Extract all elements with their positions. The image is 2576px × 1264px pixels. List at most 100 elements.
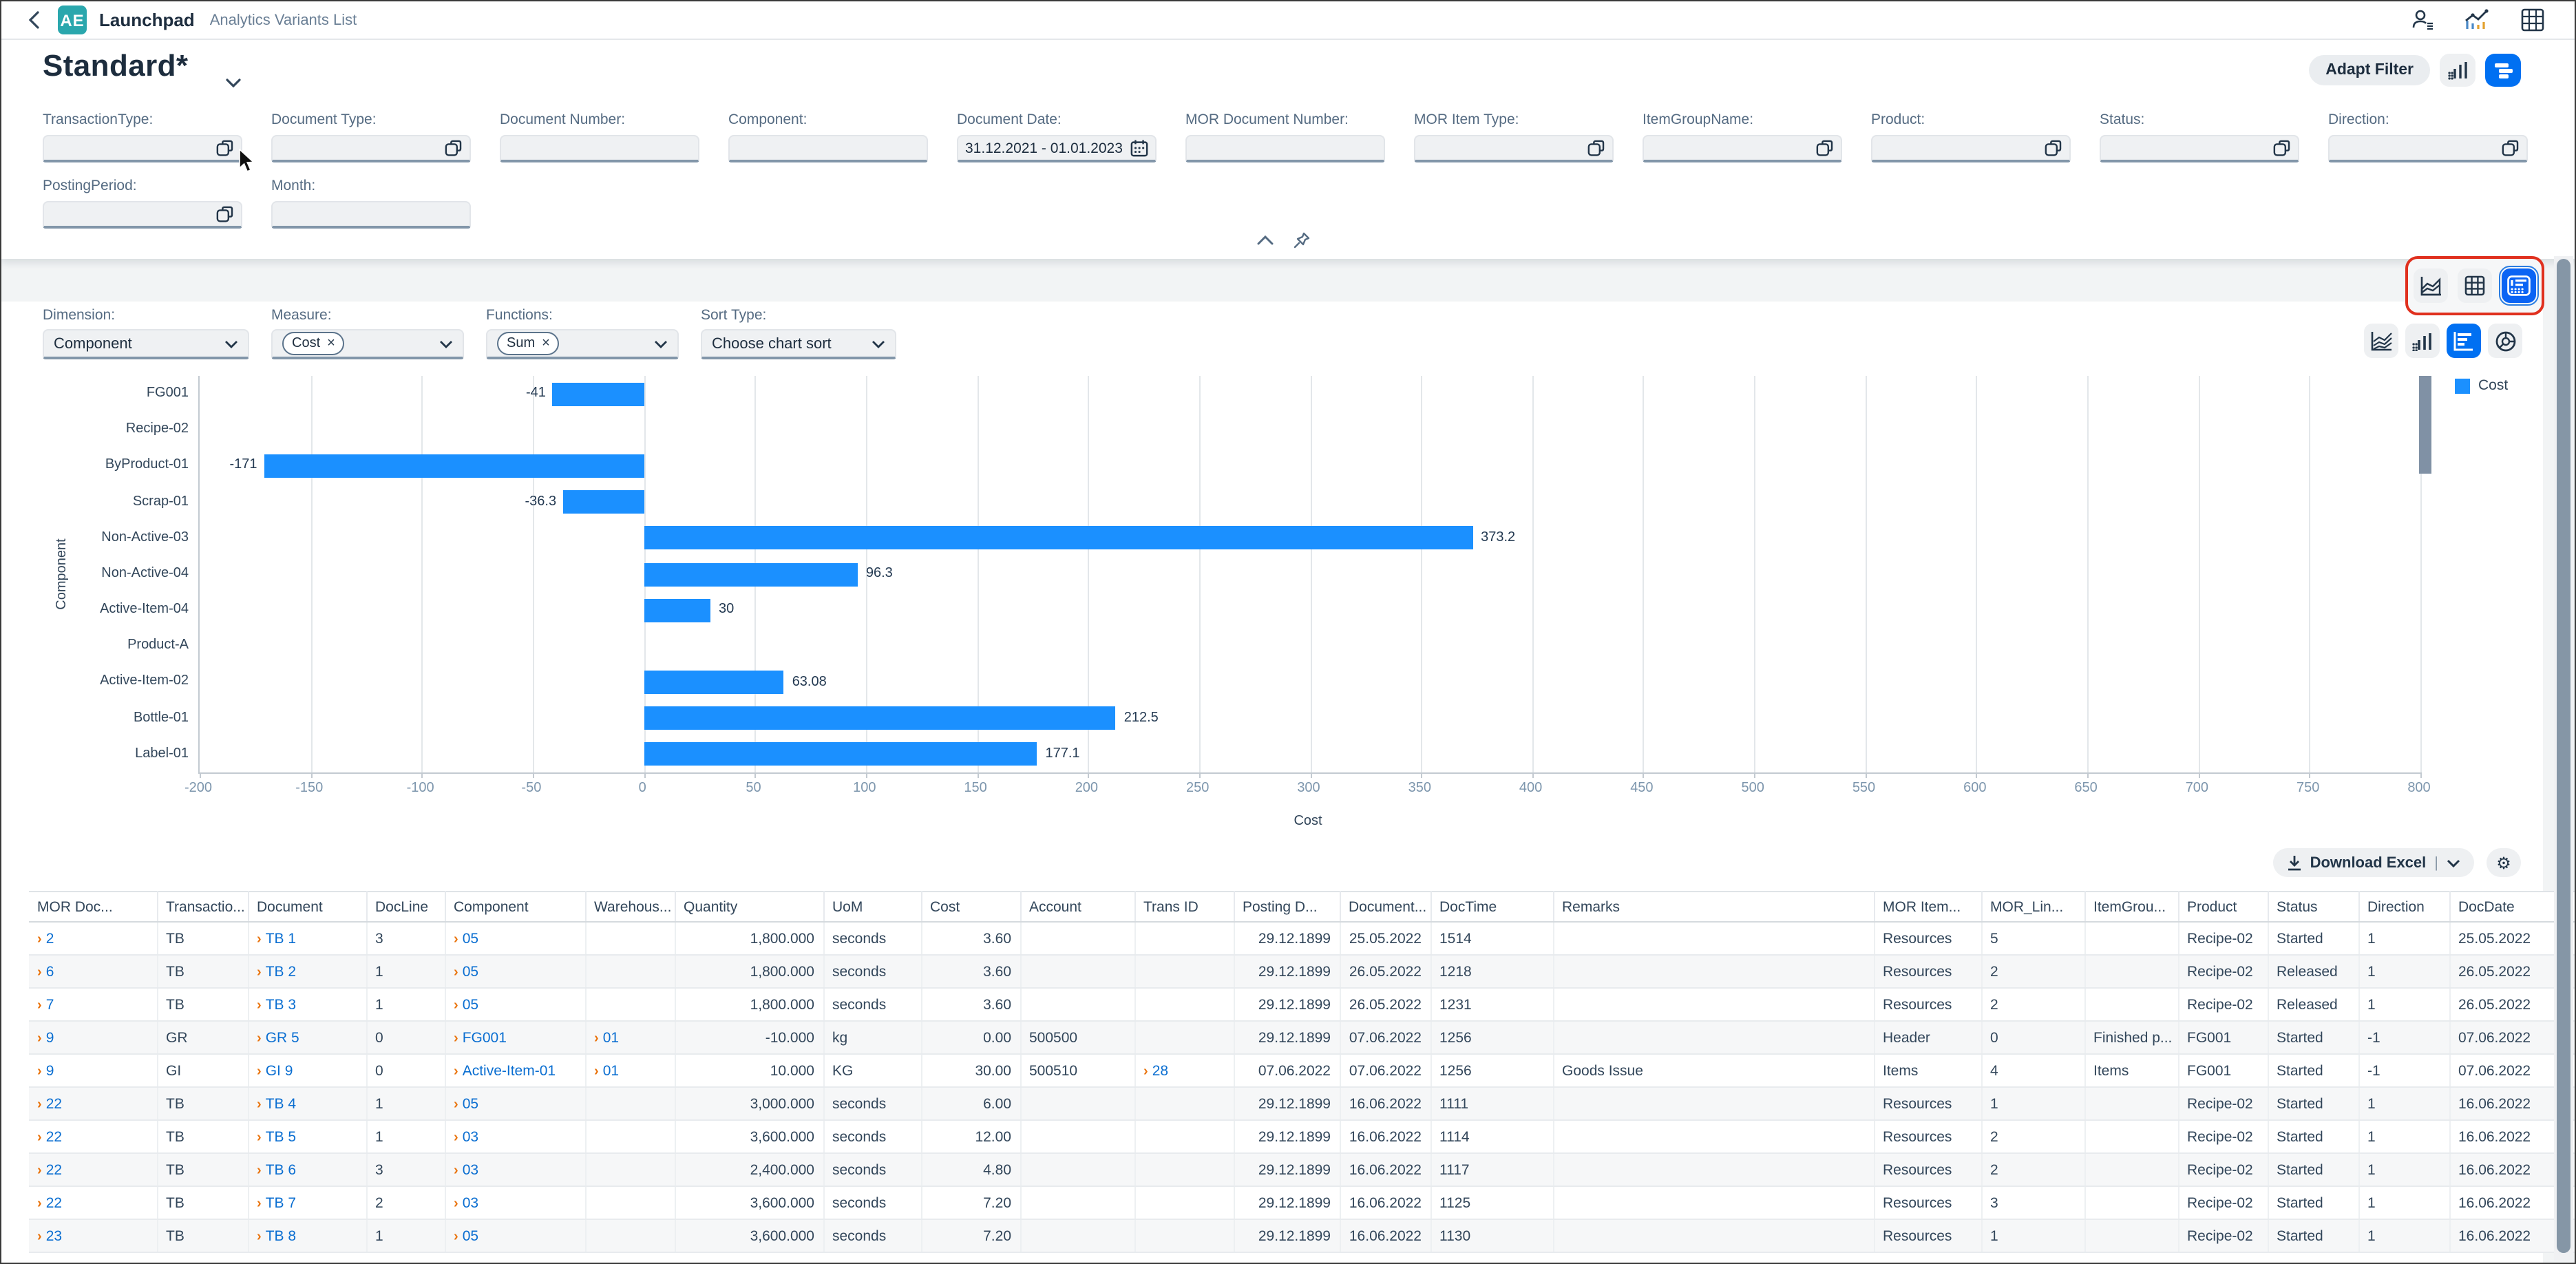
filter-input-status[interactable] — [2100, 135, 2299, 162]
bar-label-01[interactable] — [644, 743, 1037, 766]
page-scrollbar[interactable] — [2554, 256, 2573, 1261]
adapt-filter-button[interactable]: Adapt Filter — [2309, 55, 2430, 85]
bar-byproduct-01[interactable] — [264, 454, 644, 478]
filter-input-component[interactable] — [728, 135, 928, 162]
cell-link[interactable]: TB 3 — [266, 996, 296, 1013]
filter-input-document-type[interactable] — [271, 135, 471, 162]
download-excel-button[interactable]: Download Excel | — [2273, 848, 2474, 877]
table-row[interactable]: ›2TB›TB 13›051,800.000seconds3.6029.12.1… — [29, 922, 2575, 955]
area-chart-icon[interactable] — [2414, 268, 2448, 303]
functions-select[interactable]: Sum× — [486, 329, 679, 359]
column-header-warehous[interactable]: Warehous... — [585, 892, 675, 922]
cell-link[interactable]: TB 7 — [266, 1194, 296, 1211]
filter-input-postingperiod[interactable] — [43, 201, 242, 229]
column-header-component[interactable]: Component — [445, 892, 585, 922]
value-help-icon[interactable] — [216, 139, 234, 157]
cell-link[interactable]: 6 — [46, 963, 54, 980]
table-row[interactable]: ›9GI›GI 90›Active-Item-01›0110.000KG30.0… — [29, 1054, 2575, 1087]
column-header-trans-id[interactable]: Trans ID — [1134, 892, 1234, 922]
token-remove-icon[interactable]: × — [327, 336, 335, 351]
filter-input-mor-document-number[interactable] — [1185, 135, 1385, 162]
line-chart-icon[interactable] — [2364, 324, 2398, 358]
bar-scrap-01[interactable] — [563, 490, 644, 514]
column-header-mor-doc[interactable]: MOR Doc... — [29, 892, 157, 922]
filter-input-document-date[interactable]: 31.12.2021 - 01.01.2023 — [957, 135, 1157, 162]
dimension-select[interactable]: Component — [43, 329, 249, 359]
cell-link[interactable]: 03 — [463, 1128, 478, 1145]
app-logo[interactable]: AE — [58, 6, 87, 34]
filter-input-document-number[interactable] — [500, 135, 699, 162]
donut-chart-icon[interactable] — [2488, 324, 2522, 358]
table-row[interactable]: ›22TB›TB 51›033,600.000seconds12.0029.12… — [29, 1120, 2575, 1153]
value-help-icon[interactable] — [2045, 139, 2062, 157]
cell-link[interactable]: 22 — [46, 1095, 62, 1112]
cell-link[interactable]: 22 — [46, 1161, 62, 1178]
value-help-icon[interactable] — [216, 205, 234, 223]
value-help-icon[interactable] — [2273, 139, 2291, 157]
cell-link[interactable]: TB 6 — [266, 1161, 296, 1178]
cell-link[interactable]: GI 9 — [266, 1062, 293, 1079]
bar-fg001[interactable] — [553, 382, 644, 405]
back-icon[interactable] — [21, 8, 45, 32]
sort-type-select[interactable]: Choose chart sort — [701, 329, 896, 359]
table-row[interactable]: ›23TB›TB 81›053,600.000seconds7.2029.12.… — [29, 1219, 2575, 1252]
table-row[interactable]: ›22TB›TB 72›033,600.000seconds7.2029.12.… — [29, 1186, 2575, 1219]
bar-active-item-04[interactable] — [644, 598, 710, 622]
cell-link[interactable]: 03 — [463, 1194, 478, 1211]
chart-scrollbar-thumb[interactable] — [2419, 376, 2431, 474]
value-help-icon[interactable] — [2502, 139, 2520, 157]
horizontal-bars-icon[interactable] — [2485, 54, 2521, 87]
cell-link[interactable]: 05 — [463, 1228, 478, 1244]
value-help-icon[interactable] — [1587, 139, 1605, 157]
cell-link[interactable]: 23 — [46, 1228, 62, 1244]
table-row[interactable]: ›22TB›TB 63›032,400.000seconds4.8029.12.… — [29, 1153, 2575, 1186]
column-header-status[interactable]: Status — [2268, 892, 2358, 922]
column-header-account[interactable]: Account — [1020, 892, 1134, 922]
cell-link[interactable]: 28 — [1152, 1062, 1168, 1079]
bar-active-item-02[interactable] — [644, 671, 783, 694]
gear-icon[interactable]: ⚙ — [2487, 848, 2521, 877]
cell-link[interactable]: 01 — [603, 1029, 619, 1046]
column-header-mor-item[interactable]: MOR Item... — [1874, 892, 1981, 922]
filter-input-direction[interactable] — [2328, 135, 2528, 162]
column-header-remarks[interactable]: Remarks — [1553, 892, 1874, 922]
column-header-uom[interactable]: UoM — [823, 892, 921, 922]
bar-non-active-03[interactable] — [644, 527, 1472, 550]
column-header-direction[interactable]: Direction — [2358, 892, 2449, 922]
column-header-document[interactable]: Document... — [1340, 892, 1430, 922]
cell-link[interactable]: TB 2 — [266, 963, 296, 980]
pin-icon[interactable] — [1289, 229, 1315, 251]
cell-link[interactable]: FG001 — [463, 1029, 507, 1046]
table-grid-icon[interactable] — [2458, 268, 2492, 303]
cell-link[interactable]: Active-Item-01 — [463, 1062, 556, 1079]
column-chart-icon[interactable] — [2440, 54, 2475, 87]
column-header-posting-d[interactable]: Posting D... — [1234, 892, 1340, 922]
cell-link[interactable]: 2 — [46, 930, 54, 947]
column-header-mor-lin[interactable]: MOR_Lin... — [1981, 892, 2084, 922]
column-header-itemgrou[interactable]: ItemGrou... — [2084, 892, 2178, 922]
table-row[interactable]: ›6TB›TB 21›051,800.000seconds3.6029.12.1… — [29, 955, 2575, 988]
user-icon[interactable] — [2409, 8, 2434, 32]
column-header-product[interactable]: Product — [2178, 892, 2268, 922]
cell-link[interactable]: 05 — [463, 996, 478, 1013]
column-header-document[interactable]: Document — [248, 892, 366, 922]
column-header-doctime[interactable]: DocTime — [1430, 892, 1553, 922]
filter-input-product[interactable] — [1871, 135, 2071, 162]
analytics-line-icon[interactable] — [2464, 8, 2489, 32]
cell-link[interactable]: 05 — [463, 963, 478, 980]
cell-link[interactable]: 05 — [463, 1095, 478, 1112]
bar-chart-icon[interactable] — [2447, 324, 2481, 358]
cell-link[interactable]: TB 1 — [266, 930, 296, 947]
cell-link[interactable]: TB 4 — [266, 1095, 296, 1112]
cell-link[interactable]: TB 8 — [266, 1228, 296, 1244]
cell-link[interactable]: 9 — [46, 1062, 54, 1079]
cell-link[interactable]: 01 — [603, 1062, 619, 1079]
cell-link[interactable]: 22 — [46, 1194, 62, 1211]
token-remove-icon[interactable]: × — [542, 336, 550, 351]
collapse-up-icon[interactable] — [1252, 229, 1278, 251]
filter-input-month[interactable] — [271, 201, 471, 229]
cell-link[interactable]: TB 5 — [266, 1128, 296, 1145]
variant-chevron-down-icon[interactable] — [226, 70, 241, 95]
variant-title[interactable]: Standard* — [43, 48, 188, 84]
value-help-icon[interactable] — [1816, 139, 1834, 157]
